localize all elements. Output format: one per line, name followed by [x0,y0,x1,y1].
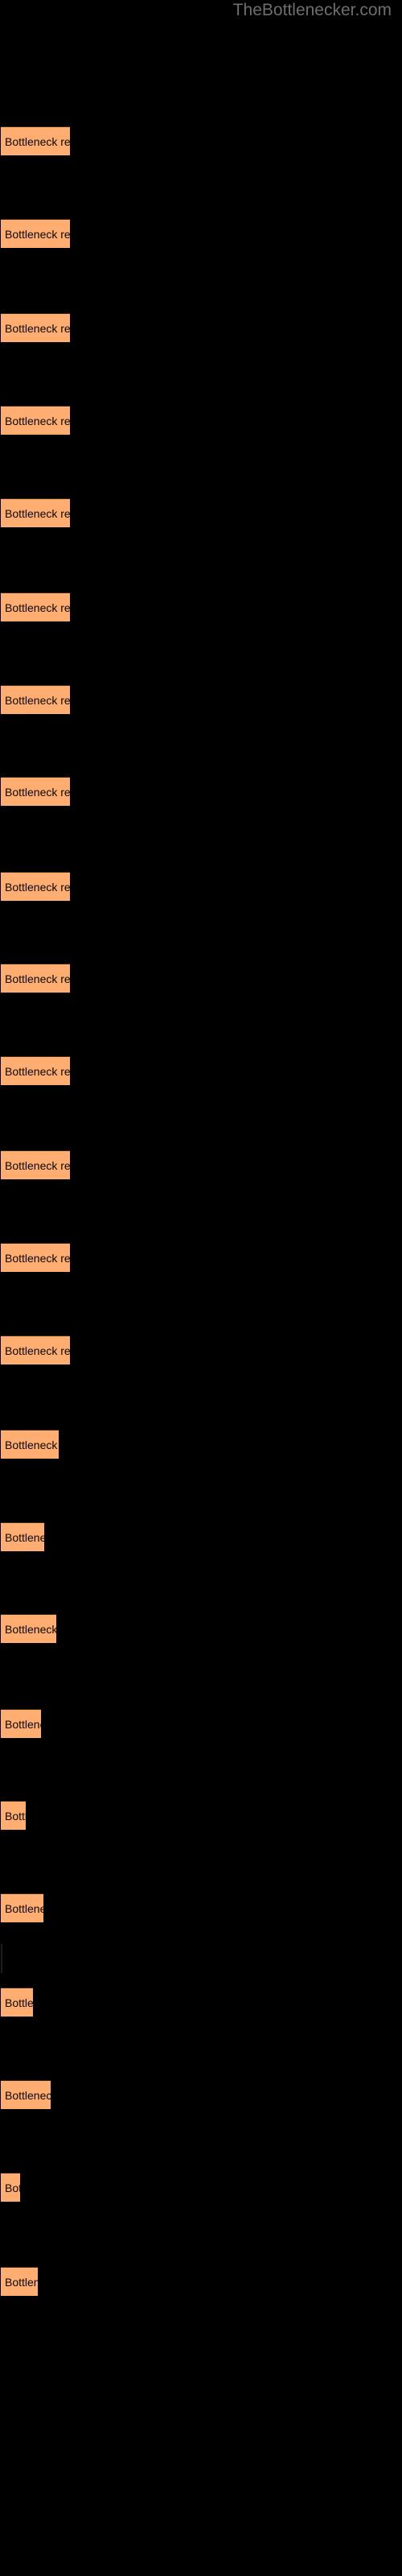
bar-label: Bottleneck result [5,972,70,986]
bar-label: Bottleneck result [5,1996,33,2010]
bar[interactable]: Bottleneck result [1,219,70,248]
bar-label: Bottleneck result [5,2276,38,2289]
bar[interactable]: Bottleneck result [1,684,70,714]
bar-label: Bottleneck result [5,693,70,707]
bar-label: Bottleneck result [5,1065,70,1078]
bar-label: Bottleneck result [5,601,70,614]
bar-label: Bottleneck result [5,1344,70,1357]
bar[interactable]: Bottleneck result [1,1521,44,1551]
bar[interactable]: Bottleneck result [1,964,70,993]
bar-label: Bottleneck result [5,880,70,894]
axis-tick-mark [1,1944,2,1973]
bottleneck-bar-chart: Bottleneck result Bottleneck result Bottle… [0,0,402,2576]
bar[interactable]: Bottleneck result [1,1243,70,1272]
page-root: TheBottlenecker.com Bottleneck resultBot… [0,0,402,2576]
bar[interactable]: Bottleneck result [1,871,70,901]
bar-label: Bottleneck result [5,415,70,427]
bar-label: Bottleneck result [5,2089,51,2102]
bar[interactable]: Bottleneck result [1,497,70,527]
bar-label: Bottleneck result [5,1252,70,1265]
bar-label: Bottleneck result [5,1902,43,1915]
bar[interactable]: Bottleneck result [1,2080,51,2109]
bar-label: Bottleneck result [5,1159,70,1173]
bar[interactable]: Bottleneck result [1,1335,70,1364]
bar-label: Bottleneck result [5,135,70,149]
bar[interactable]: Bottleneck result [1,2267,38,2296]
bar-label: Bottleneck result [5,1530,44,1544]
bar[interactable]: Bottleneck result [1,1056,70,1085]
bar-label: Bottleneck result [5,1439,59,1451]
bar-label: Bottleneck result [5,1623,56,1637]
bar-label: Bottleneck result [5,786,70,799]
bar-label: Bottleneck result [5,322,70,336]
bar[interactable]: Bottleneck result [1,592,70,621]
bar[interactable]: Bottleneck result [1,1893,43,1922]
bar[interactable]: Bottleneck result [1,1614,56,1644]
bar-label: Bottleneck result [5,506,70,520]
bar[interactable]: Bottleneck result [1,1150,70,1180]
bar-label: Bottleneck result [5,2181,20,2194]
bar[interactable]: Bottleneck result [1,313,70,343]
bar[interactable]: Bottleneck result [1,1708,41,1738]
bar[interactable]: Bottleneck result [1,1430,59,1459]
bar[interactable]: Bottleneck result [1,406,70,435]
bar-label: Bottleneck result [5,1810,26,1823]
bar[interactable]: Bottleneck result [1,2172,20,2202]
bar[interactable]: Bottleneck result [1,126,70,156]
bar-label: Bottleneck result [5,228,70,241]
bar[interactable]: Bottleneck result [1,1801,26,1831]
bar[interactable]: Bottleneck result [1,777,70,807]
bar[interactable]: Bottleneck result [1,1988,33,2017]
bar-label: Bottleneck result [5,1717,41,1731]
